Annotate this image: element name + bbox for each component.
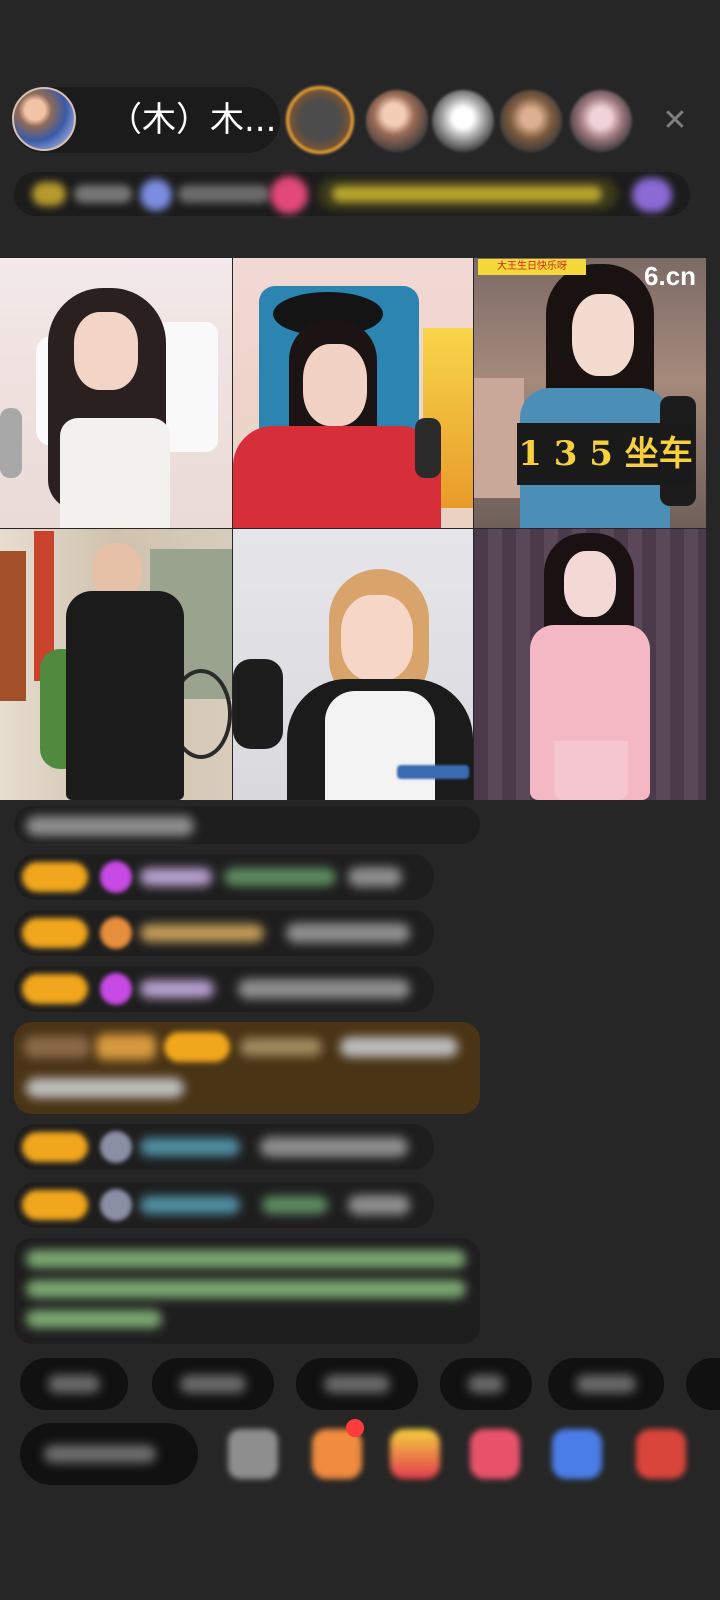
message-icon[interactable] (552, 1429, 602, 1479)
chat-input[interactable] (20, 1423, 198, 1485)
emoji-icon[interactable] (228, 1429, 278, 1479)
level-badge (22, 974, 88, 1004)
chat-message-2[interactable] (14, 854, 434, 900)
stream-tile-4[interactable] (0, 529, 232, 800)
viewer-avatar-5[interactable] (570, 90, 632, 152)
stream-3-banner: 大王生日快乐呀 (478, 259, 586, 275)
quick-reply-2[interactable] (152, 1358, 274, 1410)
username (140, 980, 214, 998)
level-badge (164, 1032, 230, 1062)
quick-reply-1[interactable] (20, 1358, 128, 1410)
username (140, 1138, 240, 1156)
chat-message-5[interactable] (14, 1124, 434, 1170)
system-notice (14, 1238, 480, 1344)
badge-icon (100, 917, 132, 949)
viewer-avatar-1[interactable] (286, 86, 354, 154)
username (140, 1196, 240, 1214)
diamond-icon (100, 973, 132, 1005)
stream-tile-2[interactable] (233, 258, 473, 528)
chat-text (26, 1078, 184, 1098)
quick-reply-text (180, 1375, 246, 1393)
notification-dot (346, 1419, 364, 1437)
notice-text (332, 186, 602, 202)
chat-message-1[interactable] (14, 806, 480, 844)
chat-text (348, 867, 402, 887)
username (224, 868, 336, 886)
multi-stream-grid (0, 258, 706, 800)
room-tag-1[interactable] (32, 182, 66, 206)
stream-tile-5[interactable] (233, 529, 473, 800)
username (240, 1038, 322, 1056)
quick-reply-4[interactable] (440, 1358, 532, 1410)
stream-3-overlay-text: 1 3 5 坐车 (517, 423, 694, 485)
room-tag-3 (178, 185, 270, 203)
chat-text (340, 1037, 458, 1057)
host-avatar-icon[interactable] (12, 87, 76, 151)
username (140, 868, 212, 886)
host-name[interactable]: （木）木... (108, 97, 278, 143)
level-badge (22, 1132, 88, 1162)
more-icon[interactable] (636, 1429, 686, 1479)
chat-message-3[interactable] (14, 910, 434, 956)
chat-input-placeholder (44, 1445, 156, 1463)
stream-tile-1[interactable] (0, 258, 232, 528)
quick-reply-text (576, 1375, 636, 1393)
quick-reply-3[interactable] (296, 1358, 418, 1410)
chat-message-6[interactable] (14, 1182, 434, 1228)
chat-text (286, 923, 410, 943)
rank-badge[interactable] (632, 178, 672, 212)
stream-tile-3[interactable] (474, 258, 706, 528)
chat-text (260, 1137, 408, 1157)
quick-reply-text (48, 1375, 100, 1393)
level-badge (22, 1190, 88, 1220)
gift-badge[interactable] (270, 176, 308, 214)
quick-reply-5[interactable] (548, 1358, 664, 1410)
room-info-bar[interactable] (14, 172, 690, 216)
level-badge (22, 862, 88, 892)
diamond-icon (100, 861, 132, 893)
heart-icon[interactable] (470, 1429, 520, 1479)
chat-message-4[interactable] (14, 966, 434, 1012)
viewer-avatar-3[interactable] (432, 90, 494, 152)
quick-reply-text (324, 1375, 390, 1393)
stream-tile-6[interactable] (474, 529, 706, 800)
gift-icon[interactable] (390, 1429, 440, 1479)
chat-message-highlight[interactable] (14, 1022, 480, 1114)
badge-icon (100, 1189, 132, 1221)
chat-text (26, 816, 194, 836)
chat-text (238, 979, 410, 999)
close-icon[interactable]: ✕ (658, 104, 692, 138)
badge-icon (100, 1131, 132, 1163)
room-tag-2 (74, 185, 132, 203)
chat-text (348, 1195, 410, 1215)
badge (24, 1036, 90, 1058)
notice-text (26, 1280, 466, 1298)
platform-logo: 6.cn (644, 261, 697, 291)
notice-text (26, 1250, 466, 1268)
notice-text (26, 1310, 162, 1328)
viewer-avatar-2[interactable] (366, 90, 428, 152)
quick-reply-text (468, 1375, 504, 1393)
username (262, 1196, 328, 1214)
level-badge (22, 918, 88, 948)
username (140, 924, 264, 942)
quick-reply-6[interactable] (686, 1358, 720, 1410)
badge (96, 1034, 156, 1060)
hot-badge[interactable] (140, 179, 172, 211)
viewer-avatar-4[interactable] (500, 90, 562, 152)
